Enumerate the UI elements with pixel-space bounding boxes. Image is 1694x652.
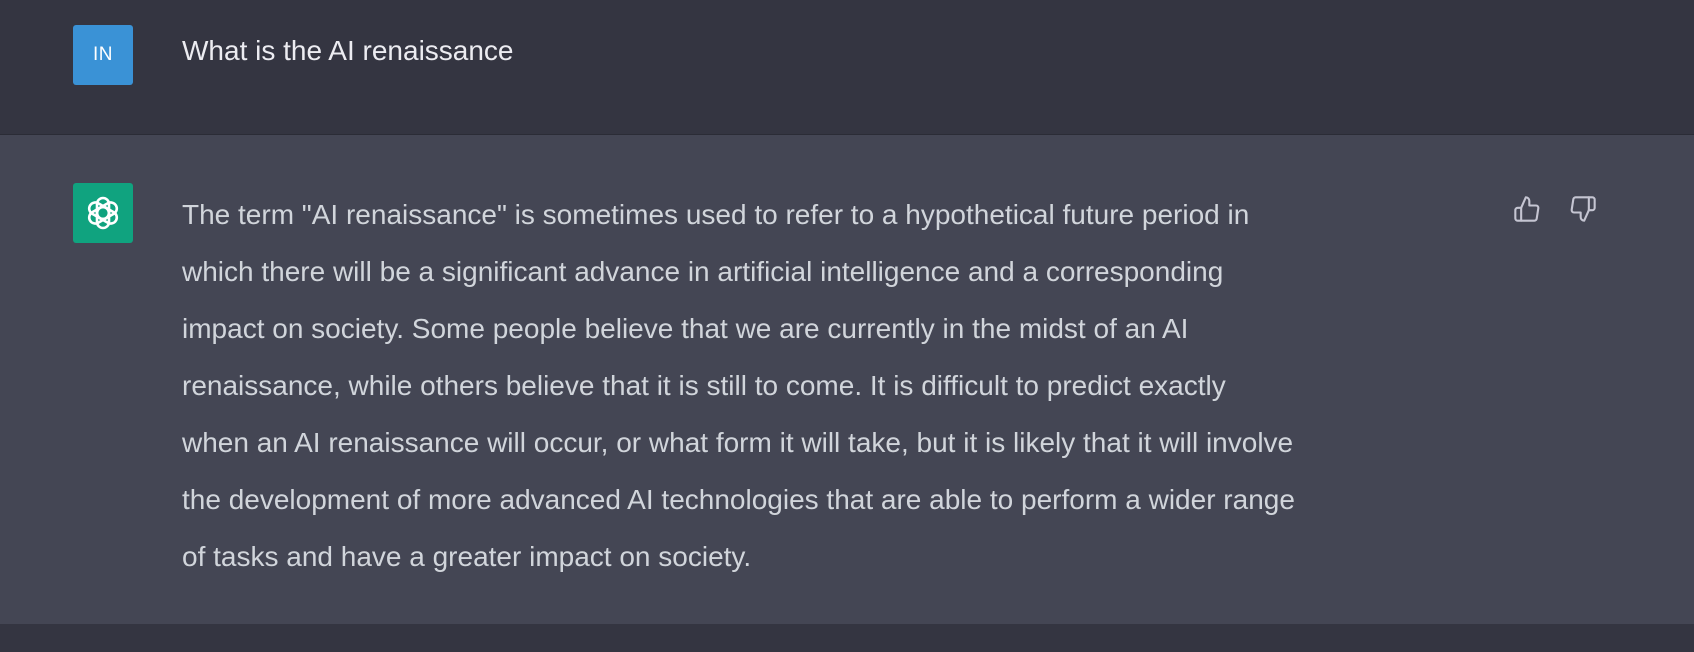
chat-page: IN What is the AI renaissance The term "… xyxy=(0,0,1694,652)
assistant-message-line: renaissance, while others believe that i… xyxy=(182,370,1226,401)
assistant-message-line: when an AI renaissance will occur, or wh… xyxy=(182,427,1294,458)
assistant-message-line: of tasks and have a greater impact on so… xyxy=(182,541,752,572)
thumbs-up-icon xyxy=(1514,196,1540,222)
assistant-message-line: which there will be a significant advanc… xyxy=(182,256,1224,287)
thumbs-up-button[interactable] xyxy=(1510,192,1544,226)
thumbs-down-button[interactable] xyxy=(1566,192,1600,226)
chat-footer-strip xyxy=(0,624,1694,652)
user-avatar: IN xyxy=(73,25,133,85)
assistant-message-line: The term "AI renaissance" is sometimes u… xyxy=(182,199,1250,230)
assistant-message-line: the development of more advanced AI tech… xyxy=(182,484,1295,515)
openai-logo-icon xyxy=(87,196,119,230)
assistant-message-text: The term "AI renaissance" is sometimes u… xyxy=(182,186,1502,585)
user-message-text: What is the AI renaissance xyxy=(182,35,514,66)
user-message-row: IN What is the AI renaissance xyxy=(0,0,1694,135)
thumbs-down-icon xyxy=(1570,196,1596,222)
assistant-message-line: impact on society. Some people believe t… xyxy=(182,313,1189,344)
assistant-avatar xyxy=(73,183,133,243)
